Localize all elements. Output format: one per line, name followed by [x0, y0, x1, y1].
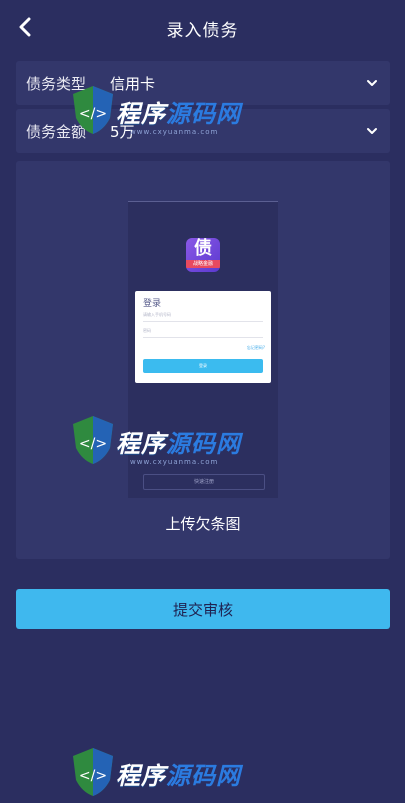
page: 录入债务 债务类型 信用卡 债务金额 5万 债 战略金融 登录 请输入手机号码 … [0, 0, 405, 803]
debt-form: 债务类型 信用卡 债务金额 5万 [16, 61, 390, 157]
app-icon-tag: 战略金融 [186, 260, 220, 268]
preview-register-button: 快速注册 [143, 474, 265, 490]
debt-type-label: 债务类型 [26, 74, 87, 93]
app-icon: 债 战略金融 [186, 238, 220, 272]
shield-code-icon: </> [73, 748, 113, 796]
debt-amount-select[interactable]: 债务金额 5万 [16, 109, 390, 153]
chevron-down-icon [367, 80, 377, 86]
debt-amount-value: 5万 [110, 122, 135, 141]
upload-card: 债 战略金融 登录 请输入手机号码 密码 忘记密码? 登录 快速注册 上传欠条图 [16, 161, 390, 559]
chevron-left-icon [19, 17, 31, 37]
preview-phone-field: 请输入手机号码 [143, 309, 263, 322]
header: 录入债务 [0, 0, 405, 56]
watermark-brand: 程序源码网 [116, 762, 241, 790]
svg-text:</>: </> [79, 768, 107, 784]
app-icon-glyph: 债 [194, 238, 212, 259]
preview-login-title: 登录 [143, 299, 162, 309]
preview-login-panel: 登录 请输入手机号码 密码 忘记密码? 登录 [135, 291, 271, 383]
preview-login-button: 登录 [143, 359, 263, 373]
debt-amount-label: 债务金额 [26, 122, 87, 141]
debt-type-select[interactable]: 债务类型 信用卡 [16, 61, 390, 105]
page-title: 录入债务 [166, 20, 239, 41]
upload-caption: 上传欠条图 [165, 515, 241, 533]
iou-image-upload[interactable]: 债 战略金融 登录 请输入手机号码 密码 忘记密码? 登录 快速注册 [128, 201, 278, 498]
submit-review-button[interactable]: 提交审核 [16, 589, 390, 629]
back-button[interactable] [12, 14, 38, 40]
watermark: </> 程序源码网 [70, 742, 245, 803]
debt-type-value: 信用卡 [110, 74, 156, 93]
preview-password-field: 密码 [143, 325, 263, 338]
chevron-down-icon [367, 128, 377, 134]
preview-forgot-link: 忘记密码? [246, 345, 265, 350]
